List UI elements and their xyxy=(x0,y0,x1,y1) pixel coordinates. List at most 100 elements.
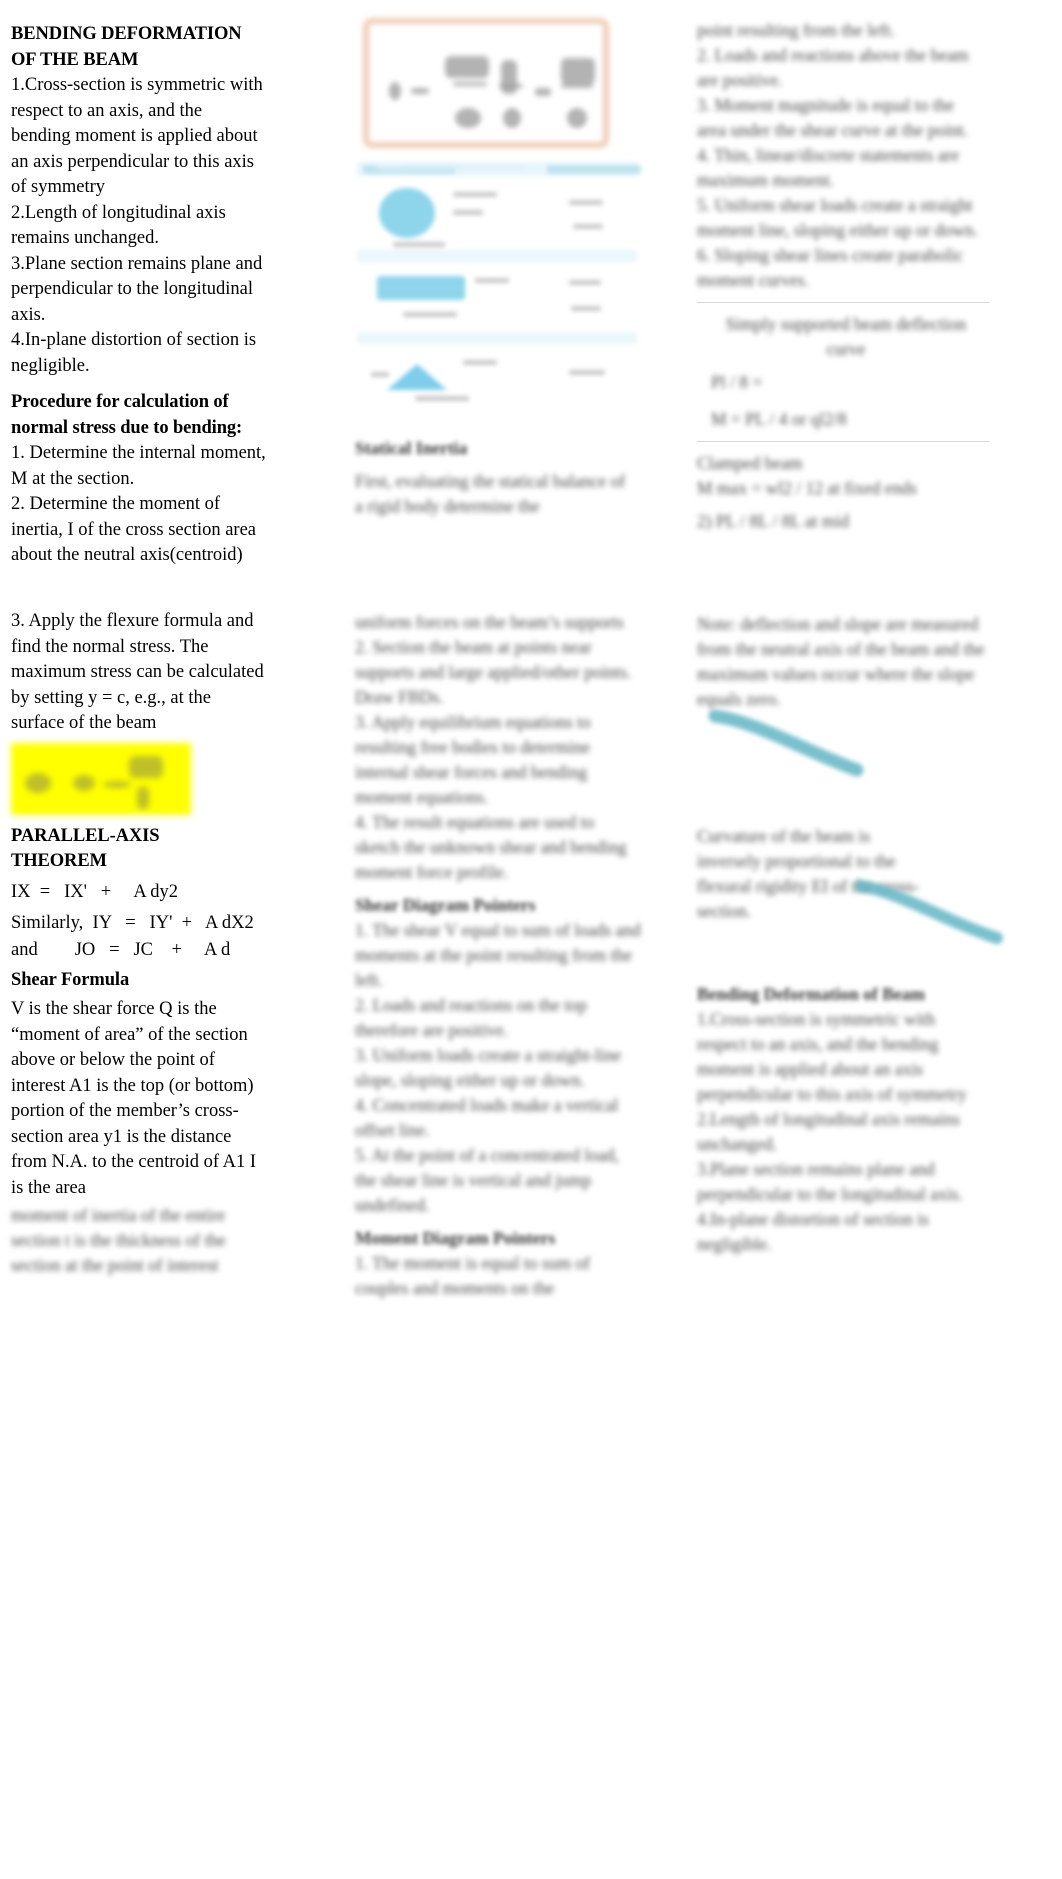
shear-formula-body-blurred: moment of inertia of the entire section … xyxy=(11,1203,259,1278)
procedure-step-2: 2. Determine the moment of inertia, I of… xyxy=(11,494,257,565)
shear-diagram-line-4: 4. Concentrated loads make a vertical of… xyxy=(355,1095,619,1140)
c2-block2-line-2: 2. Section the beam at points near suppo… xyxy=(355,637,632,707)
table-header-cell xyxy=(547,165,641,174)
table-cell-text xyxy=(453,192,497,197)
table-row xyxy=(357,176,637,250)
formula-glyph xyxy=(103,780,131,788)
shear-blurred-line-3: section at the point of interest xyxy=(11,1255,219,1275)
formula-glyph xyxy=(453,82,487,86)
shear-blurred-line-2: section t is the thickness of the xyxy=(11,1230,226,1250)
table-cell-text xyxy=(573,224,603,229)
c3-block1-line-1: point resulting from the left. xyxy=(697,20,895,40)
c3-bending-line-3: 3.Plane section remains plane and perpen… xyxy=(697,1159,963,1204)
simply-supported-note-line-1: Pl / 8 = xyxy=(711,372,763,392)
procedure-heading-line-1: Procedure for calculation of xyxy=(11,392,229,412)
formula-jo: and JO = JC + A d xyxy=(11,939,231,960)
parallel-axis-heading-line-1: PARALLEL-AXIS xyxy=(11,825,160,846)
page-title-line-2: OF THE BEAM xyxy=(11,49,139,70)
c2-block2-line-4: 4. The result equations are used to sket… xyxy=(355,812,627,882)
page-title-line-1: BENDING DEFORMATION xyxy=(11,24,242,44)
formula-glyph xyxy=(389,82,401,100)
column-3-top: point resulting from the left. 2. Loads … xyxy=(697,18,989,534)
table-row xyxy=(357,262,637,332)
c3-block1-line-3: 3. Moment magnitude is equal to the area… xyxy=(697,95,969,140)
boxed-formula-card xyxy=(363,18,609,148)
shear-diagram-line-5: 5. At the point of a concentrated load, … xyxy=(355,1145,619,1215)
notes-page: BENDING DEFORMATION OF THE BEAM 1.Cross-… xyxy=(0,0,1062,1879)
parallel-axis-heading-line-2: THEOREM xyxy=(11,851,107,871)
table-divider xyxy=(357,165,637,262)
formula-glyph xyxy=(455,108,481,128)
formula-glyph xyxy=(503,108,521,128)
table-cell-text xyxy=(463,360,497,365)
shear-formula-body: V is the shear force Q is the “moment of… xyxy=(11,999,257,1198)
rectangle-shape-icon xyxy=(377,276,465,300)
formula-glyph xyxy=(73,774,95,791)
assumption-item-1: 1.Cross-section is symmetric with respec… xyxy=(11,75,263,197)
shear-blurred-line-1: moment of inertia of the entire xyxy=(11,1205,226,1225)
c3-block2-line-1: Note: deflection and slope are measured … xyxy=(697,614,985,709)
assumption-item-3: 3.Plane section remains plane and perpen… xyxy=(11,253,263,325)
c2-block2-line-1: uniform forces on the beam’s supports xyxy=(355,612,624,632)
column-3-bottom: Note: deflection and slope are measured … xyxy=(697,612,1003,1257)
formula-glyph xyxy=(25,772,51,793)
table-row xyxy=(357,344,637,412)
c3-block1-line-4: 4. Thin, linear/discrete statements are … xyxy=(697,145,960,190)
moment-diagram-heading: Moment Diagram Pointers xyxy=(355,1228,556,1248)
c3-bending-line-2: 2.Length of longitudinal axis remains un… xyxy=(697,1109,960,1154)
shear-diagram-line-2: 2. Loads and reactions on the top theref… xyxy=(355,995,587,1040)
table-cell-text xyxy=(453,210,483,215)
c3-bending-line-1: 1.Cross-section is symmetric with respec… xyxy=(697,1009,967,1104)
divider xyxy=(697,441,989,442)
beam-deflection-curve-2 xyxy=(855,876,1005,948)
triangle-shape-icon xyxy=(387,364,447,390)
table-cell-text xyxy=(403,312,457,317)
formula-glyph xyxy=(535,88,551,96)
simply-supported-note-heading: Simply supported beam deflection curve xyxy=(725,314,967,359)
beam-deflection-curve-1 xyxy=(707,708,867,778)
divider xyxy=(697,302,989,303)
formula-glyph xyxy=(561,84,593,88)
shear-diagram-heading: Shear Diagram Pointers xyxy=(355,895,536,915)
table-cell-text xyxy=(371,372,389,377)
assumption-item-2: 2.Length of longitudinal axis remains un… xyxy=(11,202,226,249)
formula-iy: Similarly, IY = IY' + A dX2 xyxy=(11,912,254,933)
bending-deformation-heading: Bending Deformation of Beam xyxy=(697,984,925,1004)
column-2-top: Statical Inertia First, evaluating the s… xyxy=(355,18,647,519)
table-cell-text xyxy=(569,280,601,285)
column-1-top: BENDING DEFORMATION OF THE BEAM 1.Cross-… xyxy=(11,22,266,569)
procedure-heading-line-2: normal stress due to bending: xyxy=(11,417,243,438)
formula-glyph xyxy=(499,84,523,88)
c3-block1-line-5: 5. Uniform shear loads create a straight… xyxy=(697,195,978,240)
formula-glyph xyxy=(137,786,149,809)
cross-section-properties-table xyxy=(357,162,641,412)
table-cell-text xyxy=(569,370,605,375)
formula-glyph xyxy=(129,755,163,778)
column-1-bottom: 3. Apply the flexure formula and find th… xyxy=(11,609,269,1278)
formula-glyph xyxy=(411,88,429,94)
simply-supported-note-line-2: M = PL / 4 or ql2/8 xyxy=(711,409,847,429)
procedure-step-1: 1. Determine the internal moment, M at t… xyxy=(11,443,266,489)
table-cell-text xyxy=(393,242,445,247)
c2-block2-line-3: 3. Apply equilibrium equations to result… xyxy=(355,712,591,807)
formula-glyph xyxy=(445,56,489,78)
formula-glyph xyxy=(567,108,587,128)
formula-glyph xyxy=(501,60,517,94)
shear-diagram-line-3: 3. Uniform loads create a straight-line … xyxy=(355,1045,622,1090)
c3-bending-line-4: 4.In-plane distortion of section is negl… xyxy=(697,1209,929,1254)
table-cell-text xyxy=(569,200,603,205)
flexure-formula-highlight xyxy=(11,742,191,815)
clamped-beam-note-line-2: 2) PL / 8L / 8L at mid xyxy=(697,511,850,531)
table-divider-text xyxy=(377,165,527,170)
shear-formula-heading: Shear Formula xyxy=(11,969,130,990)
clamped-beam-note-heading: Clamped beam xyxy=(697,453,803,473)
circle-shape-icon xyxy=(379,188,435,238)
c3-block1-line-2: 2. Loads and reactions above the beam ar… xyxy=(697,45,969,90)
statical-inertia-heading: Statical Inertia xyxy=(355,438,468,458)
clamped-beam-note-line-1: M max = wl2 / 12 at fixed ends xyxy=(697,478,917,498)
statical-inertia-paragraph: First, evaluating the statical balance o… xyxy=(355,471,626,516)
moment-diagram-line-1: 1. The moment is equal to sum of couples… xyxy=(355,1253,590,1298)
table-cell-text xyxy=(475,278,509,283)
c3-block1-line-6: 6. Sloping shear lines create parabolic … xyxy=(697,245,964,290)
assumption-item-4: 4.In-plane distortion of section is negl… xyxy=(11,330,257,376)
